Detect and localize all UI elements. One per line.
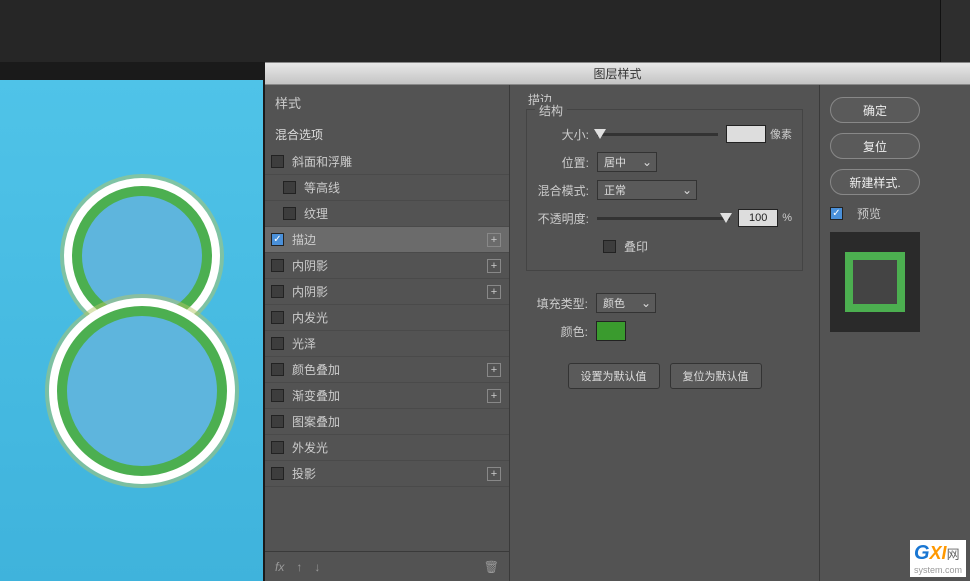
style-label: 投影 [292,465,487,482]
overprint-label: 叠印 [624,238,648,255]
style-label: 图案叠加 [292,413,501,430]
style-checkbox[interactable] [271,155,284,168]
ok-button[interactable]: 确定 [830,97,920,123]
style-label: 内发光 [292,309,501,326]
opacity-slider[interactable] [597,217,730,220]
style-checkbox[interactable] [271,415,284,428]
style-label: 渐变叠加 [292,387,487,404]
trash-icon[interactable]: 🗑 [484,560,499,574]
style-label: 描边 [292,231,487,248]
fill-type-label: 填充类型: [536,295,596,312]
reset-button[interactable]: 复位 [830,133,920,159]
fx-icon[interactable]: fx [275,560,284,574]
position-select[interactable]: 居中 [597,152,657,172]
blend-mode-select[interactable]: 正常 [597,180,697,200]
style-label: 光泽 [292,335,501,352]
style-item[interactable]: 纹理 [265,201,509,227]
position-label: 位置: [537,154,597,171]
add-effect-icon[interactable]: + [487,285,501,299]
opacity-input[interactable] [738,209,778,227]
opacity-unit: % [782,212,792,224]
style-item[interactable]: 外发光 [265,435,509,461]
add-effect-icon[interactable]: + [487,363,501,377]
style-label: 等高线 [304,179,501,196]
arrow-up-icon[interactable]: ↑ [296,560,302,574]
new-style-button[interactable]: 新建样式. [830,169,920,195]
style-checkbox[interactable] [271,389,284,402]
style-label: 纹理 [304,205,501,222]
style-item[interactable]: 图案叠加 [265,409,509,435]
style-item[interactable]: 光泽 [265,331,509,357]
preview-box [830,232,920,332]
add-effect-icon[interactable]: + [487,259,501,273]
style-checkbox[interactable] [271,285,284,298]
style-checkbox[interactable] [271,337,284,350]
watermark: GXI网 system.com [910,540,966,577]
set-default-button[interactable]: 设置为默认值 [568,363,660,389]
style-item[interactable]: 内发光 [265,305,509,331]
arrow-down-icon[interactable]: ↓ [314,560,320,574]
style-item[interactable]: 投影+ [265,461,509,487]
reset-default-button[interactable]: 复位为默认值 [670,363,762,389]
dialog-title[interactable]: 图层样式 [265,63,970,85]
style-label: 内阴影 [292,283,487,300]
size-input[interactable] [726,125,766,143]
blend-options[interactable]: 混合选项 [265,120,509,149]
overprint-checkbox[interactable] [603,240,616,253]
style-checkbox[interactable] [283,207,296,220]
size-label: 大小: [537,126,597,143]
structure-title: 结构 [535,102,567,119]
preview-checkbox[interactable]: ✓ [830,207,843,220]
style-checkbox[interactable] [271,467,284,480]
add-effect-icon[interactable]: + [487,389,501,403]
right-panel: 确定 复位 新建样式. ✓ 预览 [820,85,970,581]
preview-label: 预览 [857,205,881,222]
style-checkbox[interactable]: ✓ [271,233,284,246]
style-item[interactable]: 内阴影+ [265,253,509,279]
style-checkbox[interactable] [271,311,284,324]
blend-mode-label: 混合模式: [537,182,597,199]
style-item[interactable]: 渐变叠加+ [265,383,509,409]
style-item[interactable]: 颜色叠加+ [265,357,509,383]
size-slider[interactable] [597,133,718,136]
style-checkbox[interactable] [271,259,284,272]
style-label: 内阴影 [292,257,487,274]
styles-header: 样式 [265,85,509,120]
style-item[interactable]: 斜面和浮雕 [265,149,509,175]
style-checkbox[interactable] [283,181,296,194]
add-effect-icon[interactable]: + [487,233,501,247]
style-item[interactable]: 内阴影+ [265,279,509,305]
opacity-label: 不透明度: [537,210,597,227]
styles-footer: fx ↑ ↓ 🗑 [265,551,509,581]
figure-8-shape [47,176,217,486]
fill-type-select[interactable]: 颜色 [596,293,656,313]
settings-panel: 描边 结构 大小: 像素 位置: 居中 [510,85,820,581]
add-effect-icon[interactable]: + [487,467,501,481]
canvas-preview [0,80,263,581]
color-swatch[interactable] [596,321,626,341]
style-item[interactable]: ✓ 描边+ [265,227,509,253]
style-checkbox[interactable] [271,363,284,376]
style-checkbox[interactable] [271,441,284,454]
style-label: 外发光 [292,439,501,456]
style-item[interactable]: 等高线 [265,175,509,201]
size-unit: 像素 [770,126,792,142]
styles-panel: 样式 混合选项 斜面和浮雕等高线纹理✓描边+内阴影+内阴影+内发光光泽颜色叠加+… [265,85,510,581]
style-label: 颜色叠加 [292,361,487,378]
layer-style-dialog: 图层样式 样式 混合选项 斜面和浮雕等高线纹理✓描边+内阴影+内阴影+内发光光泽… [265,62,970,581]
style-label: 斜面和浮雕 [292,153,501,170]
color-label: 颜色: [536,323,596,340]
